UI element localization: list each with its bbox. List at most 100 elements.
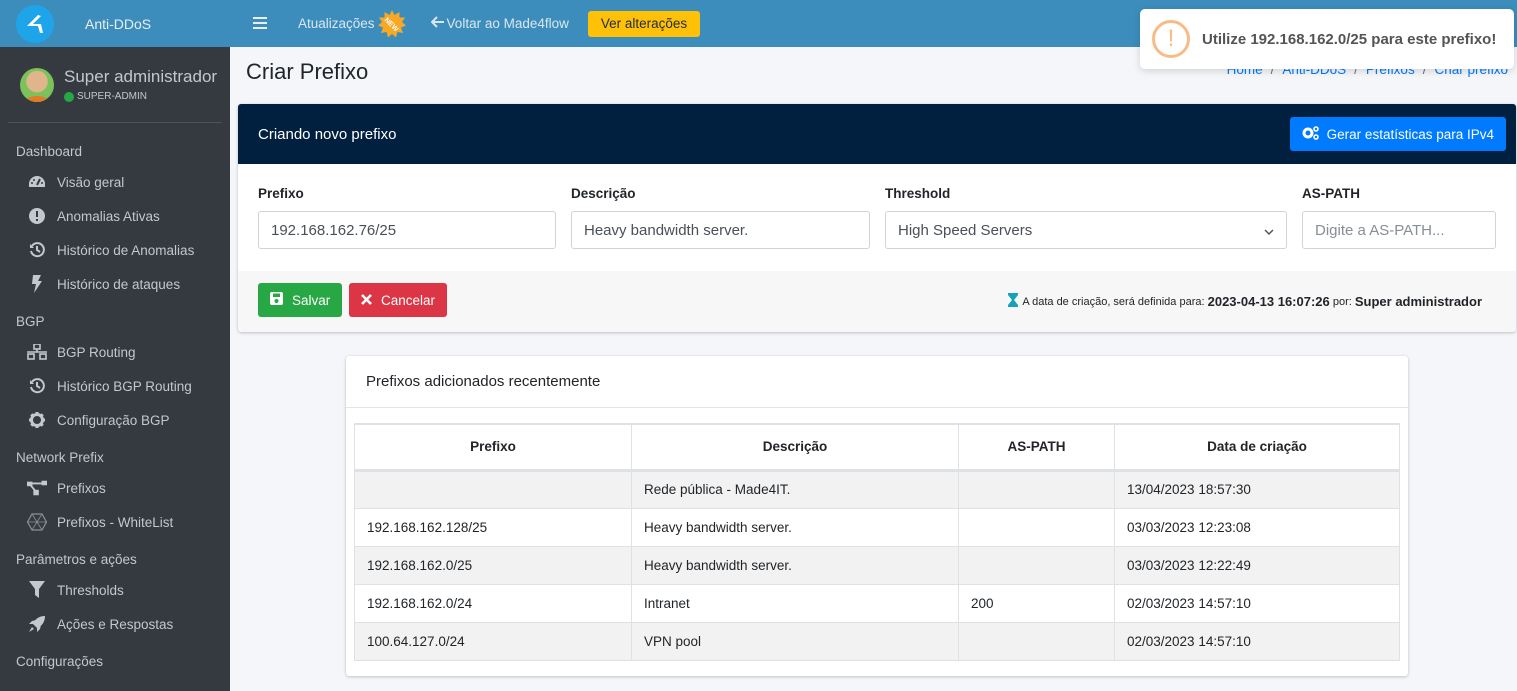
as-path-label: AS-PATH	[1302, 186, 1360, 201]
nav-header-parametros: Parâmetros e ações	[16, 552, 137, 567]
threshold-field-group: Threshold High Speed Servers	[885, 186, 1287, 249]
creation-info: A data de criação, será definida para: 2…	[1008, 293, 1482, 310]
sidebar-item-historico-ataques[interactable]: Histórico de ataques	[0, 267, 230, 301]
sidebar-item-prefixos-whitelist[interactable]: Prefixos - WhiteList	[0, 505, 230, 539]
network-wired-icon	[27, 343, 47, 361]
recent-prefixes-table: Prefixo Descrição AS-PATH Data de criaçã…	[354, 423, 1400, 661]
tachometer-icon	[27, 173, 47, 191]
table-row: 192.168.162.0/24 Intranet 200 02/03/2023…	[354, 583, 1400, 623]
description-input[interactable]: Heavy bandwidth server.	[571, 211, 870, 249]
warning-toast[interactable]: ! Utilize 192.168.162.0/25 para este pre…	[1140, 9, 1514, 69]
updates-link[interactable]: Atualizações NEW	[298, 9, 407, 39]
cell-prefix: 192.168.162.0/25	[354, 545, 632, 585]
sidebar-item-historico-bgp[interactable]: Histórico BGP Routing	[0, 369, 230, 403]
user-role: SUPER-ADMIN	[77, 91, 148, 102]
save-button[interactable]: Salvar	[258, 283, 343, 317]
back-label: Voltar ao Made4flow	[446, 16, 569, 31]
save-icon	[270, 292, 283, 308]
recent-prefixes-title: Prefixos adicionados recentemente	[346, 356, 1408, 408]
created-by: Super administrador	[1354, 294, 1482, 309]
sidebar-item-acoes-respostas[interactable]: Ações e Respostas	[0, 607, 230, 641]
nav-header-bgp: BGP	[16, 314, 45, 329]
page-title: Criar Prefixo	[246, 59, 369, 84]
new-badge-icon: NEW	[377, 9, 406, 37]
project-diagram-icon	[27, 479, 47, 497]
hexagon-mesh-icon	[27, 513, 47, 531]
sidebar-item-label: Histórico BGP Routing	[57, 378, 192, 394]
column-header-description: Descrição	[631, 423, 959, 472]
cell-description: Rede pública - Made4IT.	[631, 469, 959, 509]
history-icon	[27, 241, 47, 259]
sidebar-item-label: Histórico de Anomalias	[57, 242, 195, 258]
description-label: Descrição	[571, 186, 636, 201]
cell-description: Intranet	[631, 583, 959, 623]
arrow-left-icon	[430, 16, 444, 31]
create-prefix-card: Criando novo prefixo Gerar estatísticas …	[238, 104, 1516, 332]
back-to-made4flow-link[interactable]: Voltar ao Made4flow	[430, 16, 569, 31]
card-title: Criando novo prefixo	[258, 125, 397, 143]
sidebar-item-visao-geral[interactable]: Visão geral	[0, 165, 230, 199]
sidebar-item-label: Histórico de ataques	[57, 276, 181, 292]
column-header-created: Data de criação	[1114, 423, 1400, 472]
prefix-input[interactable]: 192.168.162.76/25	[258, 211, 556, 249]
generate-stats-button[interactable]: Gerar estatísticas para IPv4	[1289, 117, 1506, 151]
history-icon	[27, 377, 47, 395]
cell-description: Heavy bandwidth server.	[631, 545, 959, 585]
sidebar-item-label: Ações e Respostas	[57, 616, 174, 632]
prefix-label: Prefixo	[258, 186, 304, 201]
updates-label: Atualizações	[298, 16, 375, 31]
cell-as-path	[958, 507, 1115, 547]
cancel-button[interactable]: Cancelar	[349, 283, 448, 317]
online-status-icon	[64, 91, 74, 102]
nav-header-dashboard: Dashboard	[16, 144, 83, 159]
sidebar-item-prefixos[interactable]: Prefixos	[0, 471, 230, 505]
save-label: Salvar	[292, 292, 331, 308]
warning-icon: !	[1152, 20, 1190, 58]
cell-created: 03/03/2023 12:23:08	[1114, 507, 1400, 547]
cell-created: 02/03/2023 14:57:10	[1114, 621, 1400, 661]
as-path-field-group: AS-PATH Digite a AS-PATH...	[1302, 186, 1496, 249]
sidebar-item-label: BGP Routing	[57, 344, 136, 360]
sidebar-item-configuracao-bgp[interactable]: Configuração BGP	[0, 403, 230, 437]
avatar	[20, 67, 54, 102]
cell-as-path: 200	[958, 583, 1115, 623]
sidebar-item-thresholds[interactable]: Thresholds	[0, 573, 230, 607]
threshold-select[interactable]: High Speed Servers	[885, 211, 1287, 249]
cell-created: 13/04/2023 18:57:30	[1114, 469, 1400, 509]
sidebar-item-anomalias-ativas[interactable]: Anomalias Ativas	[0, 199, 230, 233]
cog-icon	[27, 411, 47, 429]
hourglass-icon	[1008, 293, 1019, 310]
cell-created: 03/03/2023 12:22:49	[1114, 545, 1400, 585]
sidebar-item-bgp-routing[interactable]: BGP Routing	[0, 335, 230, 369]
column-header-as-path: AS-PATH	[958, 423, 1115, 472]
user-name: Super administrador	[64, 67, 218, 86]
menu-toggle-icon[interactable]	[253, 13, 269, 34]
sidebar-item-label: Prefixos	[57, 480, 106, 496]
close-icon	[361, 293, 372, 308]
cell-prefix: 192.168.162.128/25	[354, 507, 632, 547]
filter-icon	[27, 581, 47, 599]
creation-text: A data de criação, será definida para:	[1022, 295, 1205, 308]
table-row: 100.64.127.0/24 VPN pool 02/03/2023 14:5…	[354, 621, 1400, 661]
generate-stats-label: Gerar estatísticas para IPv4	[1326, 126, 1494, 142]
cell-created: 02/03/2023 14:57:10	[1114, 583, 1400, 623]
brand-logo-icon	[16, 4, 54, 43]
sidebar-item-label: Configuração BGP	[57, 412, 170, 428]
rocket-icon	[27, 615, 47, 633]
sidebar-item-historico-anomalias[interactable]: Histórico de Anomalias	[0, 233, 230, 267]
sidebar-item-label: Anomalias Ativas	[57, 208, 160, 224]
threshold-selected-value: High Speed Servers	[898, 221, 1033, 239]
chevron-down-icon	[1264, 222, 1274, 239]
prefix-field-group: Prefixo 192.168.162.76/25	[258, 186, 556, 249]
recent-prefixes-card: Prefixos adicionados recentemente Prefix…	[346, 356, 1408, 676]
user-panel[interactable]: Super administrador SUPER-ADMIN	[8, 47, 222, 123]
table-row: 192.168.162.128/25 Heavy bandwidth serve…	[354, 507, 1400, 547]
as-path-input[interactable]: Digite a AS-PATH...	[1302, 211, 1496, 249]
description-field-group: Descrição Heavy bandwidth server.	[571, 186, 870, 249]
by-text: por:	[1332, 295, 1352, 308]
cell-description: Heavy bandwidth server.	[631, 507, 959, 547]
nav-header-network-prefix: Network Prefix	[16, 450, 104, 465]
brand-link[interactable]: Anti-DDoS	[0, 0, 230, 47]
view-changes-button[interactable]: Ver alterações	[587, 10, 701, 37]
sidebar-item-label: Visão geral	[57, 174, 125, 190]
